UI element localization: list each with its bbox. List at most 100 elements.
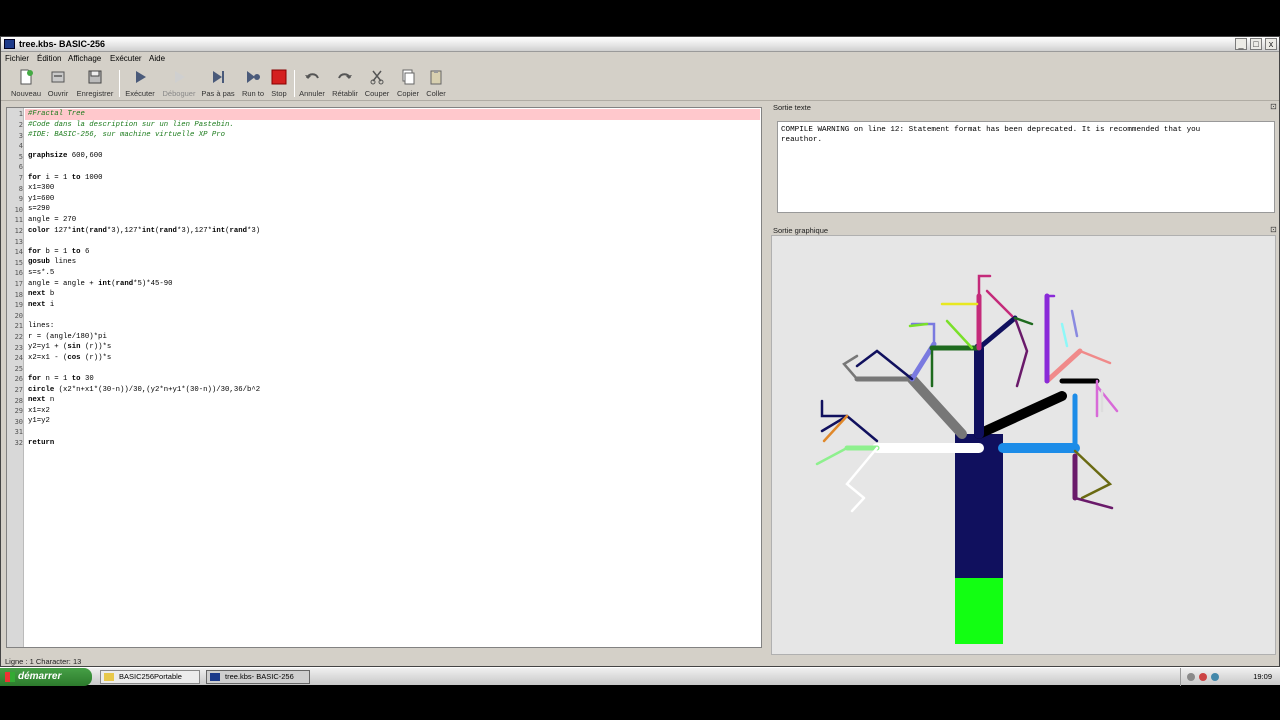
line-number: 4 (18, 142, 23, 150)
redo-icon (338, 73, 352, 79)
play-icon (136, 71, 146, 83)
save-button[interactable]: Enregistrer (75, 69, 115, 99)
toolbar-separator (294, 70, 295, 97)
line-number: 26 (14, 375, 23, 383)
code-line: #Fractal Tree (28, 110, 85, 118)
menu-fichier[interactable]: Fichier (5, 54, 29, 63)
letterbox-top (0, 0, 1280, 36)
line-number: 23 (14, 344, 23, 352)
step-button[interactable]: Pas à pas (201, 69, 235, 99)
code-line: angle = 270 (28, 216, 77, 224)
twig (1073, 449, 1113, 500)
save-icon (88, 70, 102, 84)
run-to-icon (247, 71, 260, 83)
code-line: color 127*int(rand*3),127*int(rand*3),12… (28, 226, 261, 235)
network-icon[interactable] (1187, 673, 1195, 681)
code-line: graphsize 600,600 (28, 152, 103, 161)
line-number: 13 (14, 238, 23, 246)
taskbar: démarrer BASIC256Portable tree.kbs- BASI… (0, 667, 1280, 686)
security-icon[interactable] (1199, 673, 1207, 681)
line-number: 11 (14, 216, 23, 224)
line-number: 8 (18, 185, 23, 193)
close-button[interactable]: x (1265, 38, 1277, 50)
undock-icon[interactable]: ⊡ (1270, 102, 1277, 111)
compile-warning-text: COMPILE WARNING on line 12: Statement fo… (781, 126, 1201, 144)
line-number: 17 (14, 280, 23, 288)
app-icon (4, 39, 15, 49)
line-number-gutter: 1 2 3 4 5 6 7 8 9 10 11 12 13 14 15 16 1… (7, 108, 24, 647)
code-line: s=s*.5 (28, 269, 55, 277)
line-number: 9 (18, 195, 23, 203)
line-number: 28 (14, 397, 23, 405)
code-line: s=290 (28, 205, 50, 214)
line-number: 29 (14, 407, 23, 415)
twig (820, 414, 879, 443)
line-number: 24 (14, 354, 23, 362)
text-output-panel[interactable]: COMPILE WARNING on line 12: Statement fo… (777, 121, 1275, 213)
status-bar: Ligne : 1 Character: 13 (5, 657, 82, 666)
maximize-button[interactable]: □ (1250, 38, 1262, 50)
twig (820, 399, 849, 418)
undock-icon[interactable]: ⊡ (1270, 225, 1277, 234)
title-bar[interactable]: tree.kbs- BASIC-256 _ □ x (1, 37, 1279, 52)
branch (907, 374, 967, 439)
paste-icon (430, 70, 442, 85)
menu-affichage[interactable]: Affichage (68, 54, 101, 63)
debug-button[interactable]: Déboguer (161, 69, 197, 99)
line-number: 6 (18, 163, 23, 171)
app-icon (210, 673, 220, 681)
start-button[interactable]: démarrer (0, 668, 92, 686)
twig (1070, 309, 1079, 338)
line-number: 5 (18, 153, 23, 161)
menu-edition[interactable]: Édition (37, 54, 61, 63)
code-line: #Code dans la description sur un lien Pa… (28, 120, 234, 129)
line-number: 7 (18, 174, 23, 182)
app-window: tree.kbs- BASIC-256 _ □ x Fichier Éditio… (0, 36, 1280, 667)
code-line: y2=y1 + (sin (r))*s (28, 343, 112, 352)
line-number: 20 (14, 312, 23, 320)
run-button[interactable]: Exécuter (122, 69, 158, 99)
graphics-output-title: Sortie graphique (773, 226, 829, 235)
code-line: x1=x2 (28, 406, 50, 415)
redo-button[interactable]: Rétablir (331, 69, 359, 99)
twig (815, 446, 849, 466)
code-line: r = (angle/180)*pi (28, 332, 107, 341)
graphics-output-panel (771, 235, 1276, 655)
undo-button[interactable]: Annuler (298, 69, 326, 99)
code-line: y1=y2 (28, 417, 50, 426)
branch (976, 315, 1018, 351)
menu-aide[interactable]: Aide (149, 54, 165, 63)
code-line: for i = 1 to 1000 (28, 173, 103, 182)
twig (855, 349, 914, 381)
code-editor[interactable]: 1 2 3 4 5 6 7 8 9 10 11 12 13 14 15 16 1… (6, 107, 762, 648)
line-number: 16 (14, 269, 23, 277)
run-to-button[interactable]: Run to (239, 69, 267, 99)
menu-executer[interactable]: Exécuter (110, 54, 142, 63)
start-label: démarrer (18, 671, 62, 682)
cut-button[interactable]: Couper (364, 69, 390, 99)
folder-icon (104, 673, 114, 681)
copy-button[interactable]: Copier (395, 69, 421, 99)
twig (842, 354, 859, 381)
line-number: 14 (14, 248, 23, 256)
line-number: 30 (14, 418, 23, 426)
code-line: next b (28, 290, 55, 299)
twig (985, 289, 1014, 318)
taskbar-item-basic256portable[interactable]: BASIC256Portable (100, 670, 200, 684)
open-button[interactable]: Ouvrir (45, 69, 71, 99)
windows-logo-icon (5, 672, 15, 682)
minimize-button[interactable]: _ (1235, 38, 1247, 50)
code-line: for b = 1 to 6 (28, 247, 90, 256)
text-output-title: Sortie texte (773, 103, 811, 112)
copy-icon (402, 69, 415, 85)
line-number: 19 (14, 301, 23, 309)
twig (845, 446, 879, 500)
paste-button[interactable]: Coller (424, 69, 448, 99)
stop-button[interactable]: Stop (269, 69, 289, 99)
volume-icon[interactable] (1211, 673, 1219, 681)
code-line: next n (28, 396, 55, 405)
screen: tree.kbs- BASIC-256 _ □ x Fichier Éditio… (0, 0, 1280, 720)
new-button[interactable]: Nouveau (9, 69, 43, 99)
taskbar-item-tree-kbs[interactable]: tree.kbs- BASIC-256 (206, 670, 310, 684)
line-number: 10 (14, 206, 23, 214)
